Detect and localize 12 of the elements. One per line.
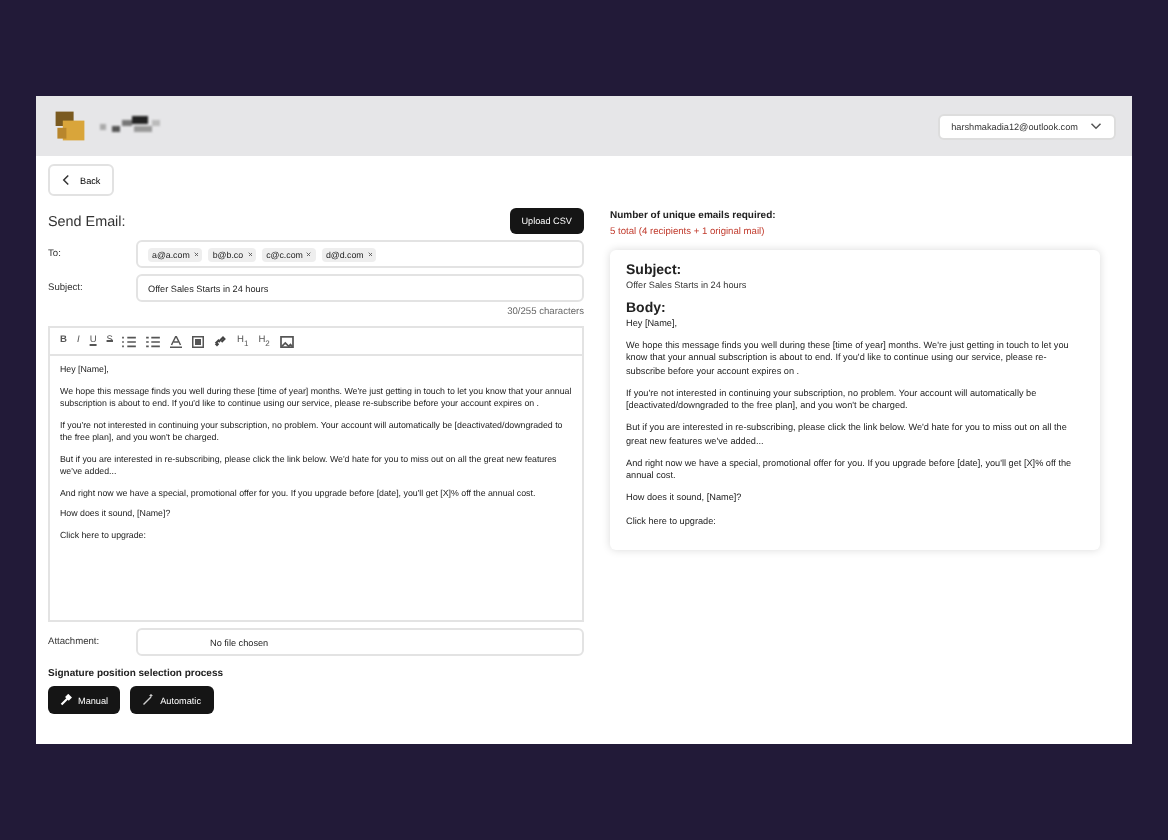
wand-icon bbox=[142, 694, 155, 706]
text-color-icon[interactable] bbox=[170, 335, 183, 347]
chevron-down-icon bbox=[1090, 122, 1102, 130]
highlight-icon[interactable] bbox=[192, 335, 205, 347]
bullet-list-icon[interactable] bbox=[122, 335, 137, 347]
chevron-left-icon bbox=[62, 174, 70, 186]
hammer-icon bbox=[60, 694, 72, 706]
image-icon[interactable] bbox=[279, 335, 294, 347]
logo-icon bbox=[52, 108, 88, 144]
numbered-list-icon[interactable] bbox=[146, 335, 161, 347]
body-editor[interactable] bbox=[48, 326, 584, 622]
link-icon[interactable] bbox=[214, 335, 227, 347]
